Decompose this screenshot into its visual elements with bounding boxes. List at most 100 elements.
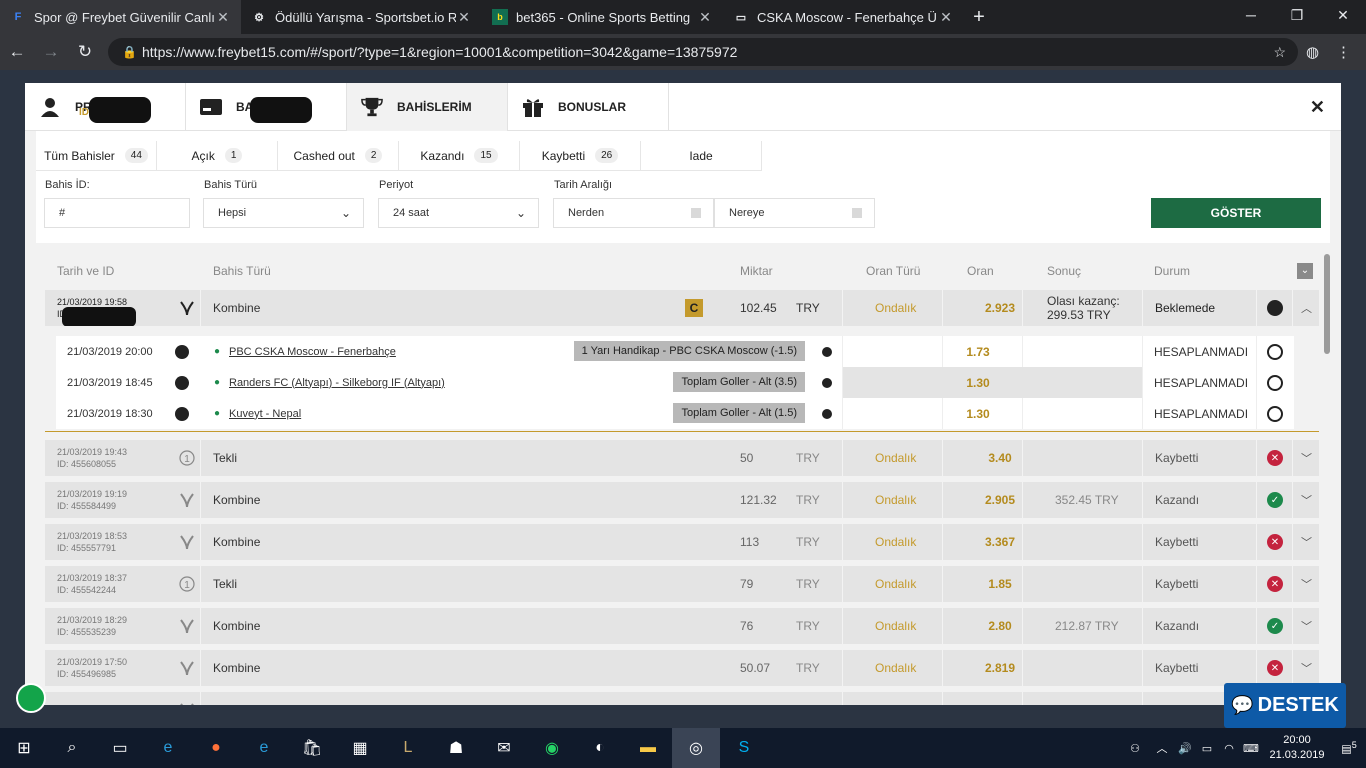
notification-bell-icon[interactable] [16, 683, 46, 713]
bet-id-input[interactable]: # [44, 198, 190, 228]
folder-icon[interactable]: ▬ [624, 728, 672, 768]
edge-icon[interactable]: e [240, 728, 288, 768]
filter-tab-open[interactable]: Açık 1 [157, 141, 278, 171]
single-bet-icon: 1 [174, 440, 200, 476]
filter-tab-lost[interactable]: Kaybetti 26 [520, 141, 641, 171]
market-badge: 1 Yarı Handikap - PBC CSKA Moscow (-1.5) [573, 341, 805, 361]
info-icon[interactable] [822, 367, 832, 398]
forward-arrow-icon[interactable]: → [34, 42, 68, 62]
task-view-icon[interactable]: ▭ [96, 728, 144, 768]
chevron-down-icon[interactable]: ﹀ [1301, 440, 1312, 476]
market-badge: Toplam Goller - Alt (3.5) [673, 372, 805, 392]
steam-icon[interactable]: ◐ [576, 728, 624, 768]
chevron-down-icon[interactable]: ﹀ [1301, 650, 1312, 686]
game-icon[interactable]: ☗ [432, 728, 480, 768]
period-select[interactable]: 24 saat ⌄ [378, 198, 539, 228]
event-link[interactable]: Kuveyt - Nepal [229, 398, 301, 429]
account-icon[interactable]: ◍ [1306, 43, 1319, 61]
chevron-down-icon: ⌄ [340, 206, 351, 220]
chevron-down-icon[interactable]: ﹀ [1301, 566, 1312, 602]
col-odd: Oran [967, 264, 994, 278]
close-icon[interactable]: ✕ [456, 9, 472, 26]
chevron-down-icon[interactable]: ﹀ [1301, 482, 1312, 518]
close-icon[interactable]: ✕ [215, 9, 231, 26]
tab-balance[interactable]: BAKİYE [186, 83, 347, 131]
event-link[interactable]: PBC CSKA Moscow - Fenerbahçe [229, 336, 396, 367]
collapse-all-icon[interactable]: ⌄ [1297, 263, 1313, 279]
table-row[interactable]: 21/03/2019 19:19 ID: 455584499 Kombine 121.… [45, 482, 1319, 518]
firefox-icon[interactable]: ● [192, 728, 240, 768]
store-icon[interactable]: 🛍 [288, 728, 336, 768]
count-badge: 15 [474, 148, 498, 163]
info-icon[interactable] [822, 336, 832, 367]
bet-type-select[interactable]: Hepsi ⌄ [203, 198, 364, 228]
browser-tab-sportsbet[interactable]: ⚙ Ödüllü Yarışma - Sportsbet.io Ro ✕ [241, 0, 482, 34]
back-arrow-icon[interactable]: ← [0, 42, 34, 62]
close-window-icon[interactable]: ✕ [1320, 0, 1366, 30]
column-divider [200, 524, 201, 560]
action-center-icon[interactable]: ▤5 [1332, 740, 1366, 756]
menu-dots-icon[interactable]: ⋮ [1336, 43, 1351, 61]
event-link[interactable]: Randers FC (Altyapı) - Silkeborg IF (Alt… [229, 367, 445, 398]
bookmark-star-icon[interactable]: ☆ [1273, 38, 1286, 66]
cashout-icon[interactable]: C [685, 290, 703, 326]
bet-status: Kaybetti [1155, 535, 1199, 549]
people-icon[interactable]: ⚇ [1120, 742, 1150, 755]
filter-tab-all[interactable]: Tüm Bahisler 44 [36, 141, 157, 171]
table-row[interactable]: 21/03/2019 18:29 ID: 455535239 Kombine 76 TR… [45, 608, 1319, 644]
chevron-down-icon[interactable]: ﹀ [1301, 524, 1312, 560]
table-row[interactable]: 21/03/2019 17:49Kombine﹀ [45, 692, 1319, 705]
browser-tab-freybet[interactable]: F Spor @ Freybet Güvenilir Canlı B ✕ [0, 0, 241, 34]
filter-tab-won[interactable]: Kazandı 15 [399, 141, 520, 171]
search-icon[interactable]: ⌕ [48, 728, 96, 768]
chevron-up-icon[interactable]: ︿ [1150, 740, 1174, 756]
support-button[interactable]: 💬 DESTEK [1224, 683, 1346, 728]
reload-icon[interactable]: ↻ [68, 42, 102, 62]
skype-icon[interactable]: S [720, 728, 768, 768]
bet365-favicon-icon: b [492, 9, 508, 25]
close-icon[interactable]: ✕ [938, 9, 954, 26]
league-icon[interactable]: L [384, 728, 432, 768]
chevron-down-icon[interactable]: ﹀ [1301, 608, 1312, 644]
filter-tab-refund[interactable]: Iade [641, 141, 762, 171]
table-row[interactable]: 21/03/2019 19:43 ID: 455608055 1 Tekli 50 TRY… [45, 440, 1319, 476]
basketball-icon [175, 336, 189, 367]
chevron-up-icon[interactable]: ︿ [1301, 290, 1312, 326]
filter-tab-cashed-out[interactable]: Cashed out 2 [278, 141, 399, 171]
date-to-input[interactable]: Nereye [714, 198, 875, 228]
table-row[interactable]: 21/03/2019 18:37 ID: 455542244 1 Tekli 79 TRY… [45, 566, 1319, 602]
mail-icon[interactable]: ✉ [480, 728, 528, 768]
new-tab-plus-icon[interactable]: + [964, 0, 994, 34]
battery-icon[interactable]: ▭ [1196, 742, 1218, 755]
minimize-icon[interactable]: ─ [1228, 0, 1274, 30]
maximize-icon[interactable]: ❐ [1274, 0, 1320, 30]
ie-icon[interactable]: e [144, 728, 192, 768]
column-divider [942, 524, 943, 560]
volume-icon[interactable]: 🔊 [1174, 742, 1196, 755]
language-icon[interactable]: ⌨ [1240, 742, 1262, 755]
count-badge: 44 [124, 148, 148, 163]
wifi-icon[interactable]: ◠ [1218, 742, 1240, 755]
app-icon[interactable]: ▦ [336, 728, 384, 768]
table-row-expanded[interactable]: 21/03/2019 19:58ID Kombine C 102.45 TRY … [45, 290, 1319, 327]
col-status: Durum [1154, 264, 1191, 278]
close-icon[interactable]: ✕ [697, 9, 713, 26]
browser-tab-bet365[interactable]: b bet365 - Online Sports Betting ✕ [482, 0, 723, 34]
url-field[interactable]: 🔒 https://www.freybet15.com/#/sport/?typ… [108, 38, 1298, 66]
column-divider [1256, 482, 1257, 518]
close-icon[interactable]: ✕ [1310, 97, 1325, 118]
whatsapp-icon[interactable]: ◉ [528, 728, 576, 768]
info-icon[interactable] [822, 398, 832, 429]
table-row[interactable]: 21/03/2019 18:53 ID: 455557791 Kombine 113 T… [45, 524, 1319, 560]
windows-start-icon[interactable]: ⊞ [0, 728, 48, 768]
tab-profile[interactable]: PROFİLİM ID [25, 83, 186, 131]
clock[interactable]: 20:00 21.03.2019 [1262, 733, 1332, 763]
browser-tab-cska[interactable]: ▭ CSKA Moscow - Fenerbahçe Ü M ✕ [723, 0, 964, 34]
date-from-input[interactable]: Nerden [553, 198, 714, 228]
table-row[interactable]: 21/03/2019 17:50 ID: 455496985 Kombine 50.0… [45, 650, 1319, 686]
tab-my-bets[interactable]: BAHİSLERİM [347, 83, 508, 131]
tab-bonuses[interactable]: BONUSLAR [508, 83, 669, 131]
scrollbar-thumb[interactable] [1324, 254, 1330, 354]
chrome-icon[interactable]: ◎ [672, 728, 720, 768]
show-button[interactable]: GÖSTER [1151, 198, 1321, 228]
